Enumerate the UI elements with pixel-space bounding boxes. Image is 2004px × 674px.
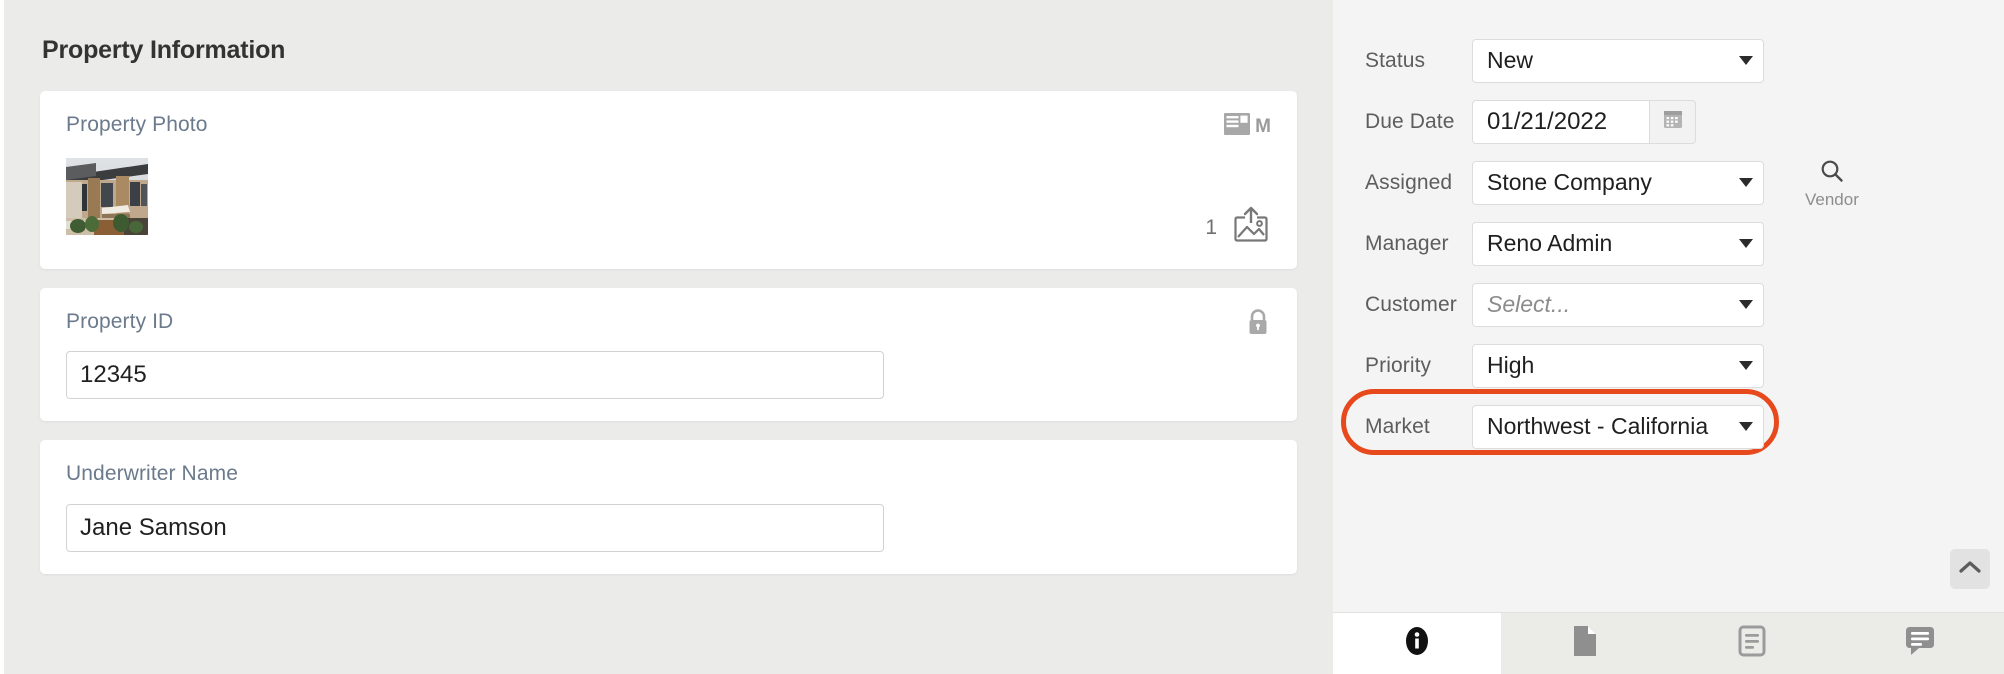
- customer-label: Customer: [1365, 292, 1457, 316]
- vendor-search-button[interactable]: Vendor: [1805, 158, 1859, 208]
- customer-value: Select...: [1487, 291, 1571, 317]
- form-row-market: Market Northwest - California: [1333, 389, 2004, 457]
- tab-info[interactable]: [1333, 613, 1501, 674]
- property-information-screen: Property Information Property Photo M 1 …: [0, 0, 2004, 674]
- info-icon: [1402, 624, 1432, 663]
- property-id-input[interactable]: 12345: [66, 351, 884, 400]
- form-row-status: Status New: [1333, 30, 2004, 91]
- underwriter-name-label: Underwriter Name: [66, 462, 238, 486]
- chevron-down-icon: [1739, 300, 1753, 309]
- priority-select[interactable]: High: [1472, 343, 1764, 388]
- status-label: Status: [1365, 48, 1426, 72]
- due-date-group: 01/21/2022: [1472, 99, 1696, 144]
- manager-label: Manager: [1365, 231, 1449, 255]
- property-photo-label: Property Photo: [66, 113, 208, 136]
- property-id-label: Property ID: [66, 310, 174, 333]
- chevron-down-icon: [1739, 56, 1753, 65]
- bottom-tab-bar: [1333, 612, 2004, 674]
- search-icon: [1818, 158, 1845, 190]
- chevron-down-icon: [1739, 422, 1753, 431]
- market-value: Northwest - California: [1487, 413, 1709, 439]
- assigned-label: Assigned: [1365, 170, 1453, 194]
- property-photo-corner-icons: M: [1224, 111, 1271, 140]
- chevron-down-icon: [1739, 178, 1753, 187]
- underwriter-name-card: Underwriter Name Jane Samson: [40, 440, 1297, 574]
- manager-value: Reno Admin: [1487, 230, 1613, 256]
- market-label: Market: [1365, 414, 1430, 438]
- underwriter-name-value: Jane Samson: [80, 513, 227, 541]
- comment-icon: [1904, 625, 1936, 662]
- manager-select[interactable]: Reno Admin: [1472, 221, 1764, 266]
- property-id-value: 12345: [80, 361, 147, 389]
- document-icon: [1737, 625, 1767, 662]
- details-form: Status New Due Date 01/21/2022 Assigned …: [1333, 0, 2004, 612]
- calendar-picker-button[interactable]: [1650, 99, 1696, 144]
- property-id-card: Property ID 12345: [40, 288, 1297, 422]
- form-row-assigned: Assigned Stone Company Vendor: [1333, 152, 2004, 213]
- chevron-up-icon: [1958, 559, 1982, 580]
- property-photo-thumbnail[interactable]: [66, 158, 148, 235]
- file-icon: [1571, 624, 1599, 663]
- tab-comments[interactable]: [1836, 613, 2004, 674]
- tab-files[interactable]: [1501, 613, 1669, 674]
- image-upload-icon[interactable]: [1231, 206, 1271, 249]
- layout-thumbnail-icon[interactable]: [1224, 113, 1251, 140]
- customer-select[interactable]: Select...: [1472, 282, 1764, 327]
- form-row-manager: Manager Reno Admin: [1333, 213, 2004, 274]
- underwriter-name-input[interactable]: Jane Samson: [66, 503, 884, 552]
- page-title: Property Information: [42, 36, 286, 64]
- property-photo-card: Property Photo M 1: [40, 91, 1297, 269]
- due-date-value: 01/21/2022: [1487, 107, 1608, 135]
- calendar-icon: [1662, 108, 1684, 135]
- chevron-down-icon: [1739, 239, 1753, 248]
- form-row-priority: Priority High: [1333, 335, 2004, 396]
- property-photo-upload-group: 1: [1205, 206, 1271, 249]
- due-date-input[interactable]: 01/21/2022: [1472, 99, 1650, 144]
- assigned-select[interactable]: Stone Company: [1472, 160, 1764, 205]
- tab-documents[interactable]: [1669, 613, 1837, 674]
- right-details-panel: Status New Due Date 01/21/2022 Assigned …: [1333, 0, 2004, 674]
- priority-value: High: [1487, 352, 1535, 378]
- photo-mode-letter: M: [1255, 116, 1271, 137]
- chevron-down-icon: [1739, 361, 1753, 370]
- due-date-label: Due Date: [1365, 109, 1455, 133]
- assigned-value: Stone Company: [1487, 169, 1652, 195]
- left-form-panel: Property Information Property Photo M 1 …: [4, 0, 1333, 674]
- property-photo-card-header: Property Photo M: [66, 111, 1271, 140]
- market-select[interactable]: Northwest - California: [1472, 404, 1764, 449]
- priority-label: Priority: [1365, 353, 1432, 377]
- status-select[interactable]: New: [1472, 38, 1764, 83]
- collapse-panel-button[interactable]: [1950, 549, 1990, 589]
- photo-upload-count: 1: [1205, 215, 1217, 239]
- vendor-search-label: Vendor: [1805, 189, 1859, 209]
- form-row-customer: Customer Select...: [1333, 274, 2004, 335]
- form-row-due-date: Due Date 01/21/2022: [1333, 91, 2004, 152]
- status-value: New: [1487, 47, 1534, 73]
- lock-icon: [1245, 308, 1271, 341]
